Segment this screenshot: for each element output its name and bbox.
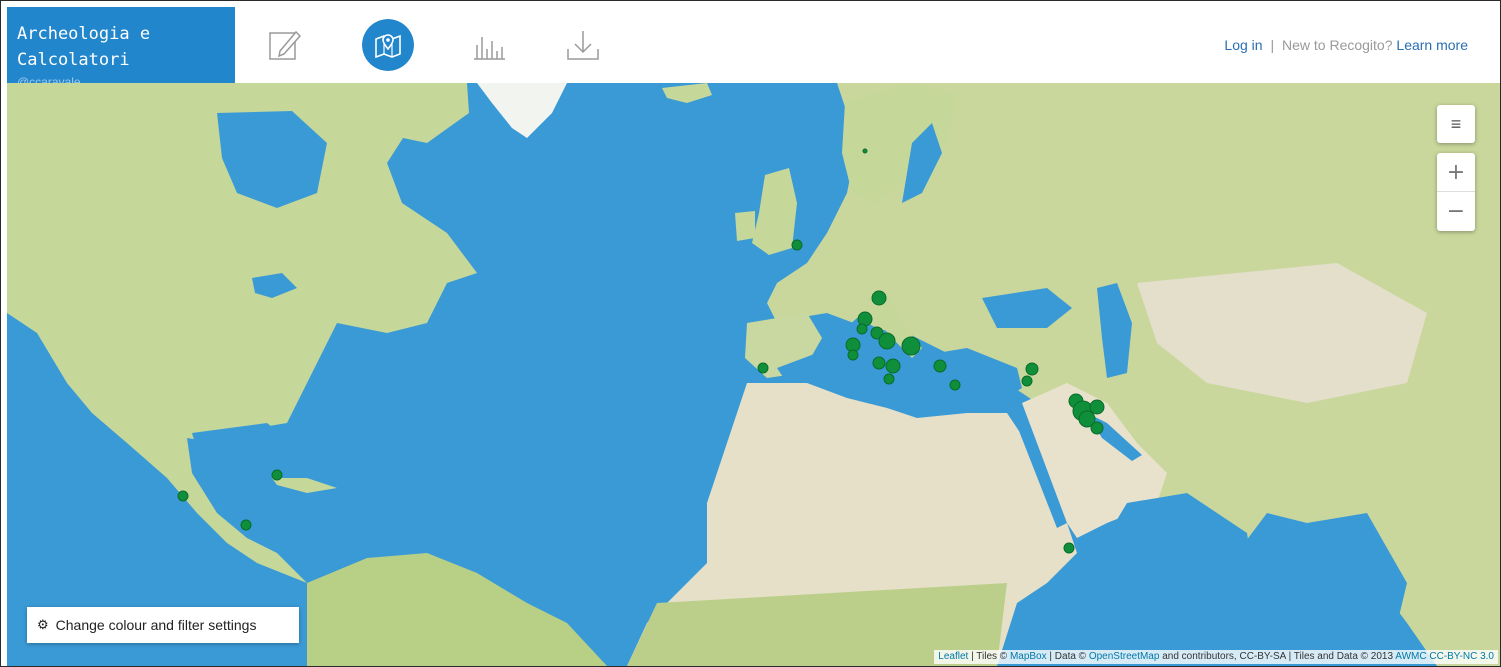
attribution-text: | Tiles © <box>968 651 1010 662</box>
map-view[interactable] <box>7 83 1500 666</box>
marker[interactable] <box>1063 542 1075 554</box>
download-icon[interactable] <box>565 27 601 63</box>
signup-prompt: New to Recogito? <box>1282 37 1393 53</box>
app-window: Archeologia e Calcolatori @ccaravale Log… <box>0 0 1501 667</box>
marker[interactable] <box>883 373 895 385</box>
marker[interactable] <box>878 332 896 350</box>
top-bar: Archeologia e Calcolatori @ccaravale Log… <box>1 1 1500 83</box>
document-title-panel[interactable]: Archeologia e Calcolatori @ccaravale <box>7 7 235 83</box>
zoom-out-button[interactable]: − <box>1437 192 1475 230</box>
attribution-text: | Data © <box>1046 651 1089 662</box>
marker[interactable] <box>871 290 887 306</box>
auth-links: Log in | New to Recogito? Learn more <box>1224 37 1468 53</box>
marker[interactable] <box>1025 362 1039 376</box>
marker[interactable] <box>1089 399 1105 415</box>
document-title: Archeologia e Calcolatori <box>17 24 151 70</box>
marker[interactable] <box>933 359 947 373</box>
marker[interactable] <box>847 349 859 361</box>
zoom-control: + − <box>1437 153 1475 231</box>
marker[interactable] <box>885 358 901 374</box>
marker[interactable] <box>791 239 803 251</box>
marker[interactable] <box>271 469 283 481</box>
osm-link[interactable]: OpenStreetMap <box>1089 651 1160 662</box>
marker[interactable] <box>862 148 868 154</box>
stats-icon[interactable] <box>471 27 507 63</box>
colour-filter-settings-button[interactable]: ⚙ Change colour and filter settings <box>27 607 299 643</box>
marker[interactable] <box>901 336 921 356</box>
marker[interactable] <box>177 490 189 502</box>
zoom-in-button[interactable]: + <box>1437 153 1475 192</box>
settings-label: Change colour and filter settings <box>55 617 257 633</box>
map-attribution: Leaflet | Tiles © MapBox | Data © OpenSt… <box>934 650 1498 664</box>
login-link[interactable]: Log in <box>1224 37 1262 53</box>
attribution-text: and contributors, CC-BY-SA | Tiles and D… <box>1159 651 1396 662</box>
marker[interactable] <box>949 379 961 391</box>
marker[interactable] <box>240 519 252 531</box>
marker[interactable] <box>856 323 868 335</box>
marker[interactable] <box>1021 375 1033 387</box>
owner-username[interactable]: @ccaravale <box>17 75 81 83</box>
auth-separator: | <box>1270 37 1275 53</box>
marker[interactable] <box>757 362 769 374</box>
layers-menu-button[interactable]: ≡ <box>1437 105 1475 143</box>
gear-icon: ⚙ <box>37 617 49 632</box>
marker[interactable] <box>872 356 886 370</box>
edit-icon[interactable] <box>267 27 303 63</box>
marker[interactable] <box>1090 421 1104 435</box>
awmc-link[interactable]: AWMC CC-BY-NC 3.0 <box>1395 651 1494 662</box>
learn-more-link[interactable]: Learn more <box>1396 37 1468 53</box>
leaflet-link[interactable]: Leaflet <box>938 651 968 662</box>
land-ireland <box>735 211 755 241</box>
mapbox-link[interactable]: MapBox <box>1010 651 1047 662</box>
map-icon[interactable] <box>362 19 414 71</box>
hamburger-icon: ≡ <box>1450 113 1462 134</box>
